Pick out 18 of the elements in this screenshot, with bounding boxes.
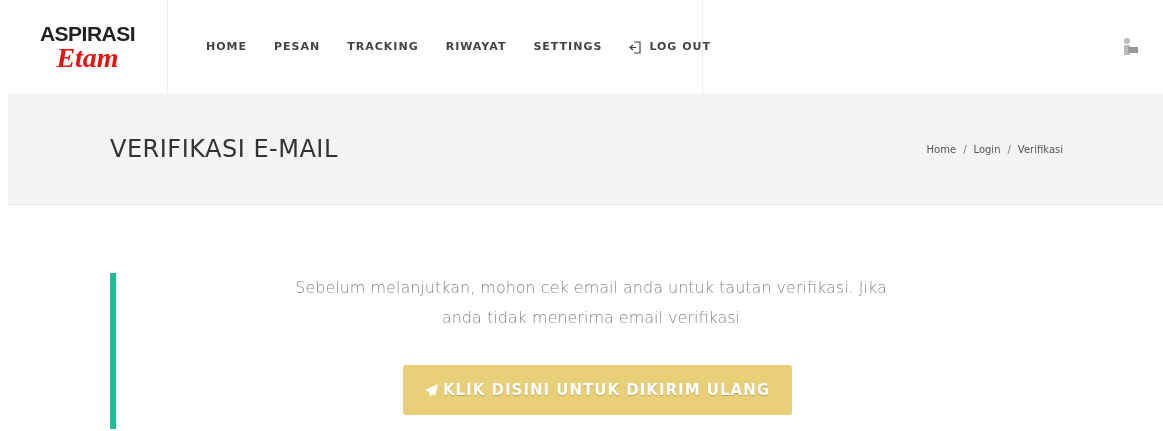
logout-link[interactable]: LOG OUT: [629, 38, 711, 56]
breadcrumb-item: Verifikasi: [1017, 143, 1063, 157]
breadcrumb-item[interactable]: Login: [973, 142, 1001, 157]
breadcrumb-separator: /: [1007, 143, 1011, 157]
breadcrumb-item[interactable]: Home: [926, 142, 957, 157]
nav-link[interactable]: RIWAYAT: [445, 38, 507, 56]
user-icon[interactable]: [1121, 37, 1139, 57]
nav-link[interactable]: TRACKING: [347, 38, 419, 56]
send-icon: [424, 383, 439, 397]
logo-text: ASPIRASI: [39, 22, 136, 44]
breadcrumb-separator: /: [963, 143, 967, 157]
verification-message: Sebelum melanjutkan, mohon cek email anda untuk tautan verifikasi. Jika anda tidak menerima email verifikasi: [294, 277, 888, 329]
nav-link[interactable]: SETTINGS: [533, 38, 603, 56]
logo-script: Etam: [56, 43, 119, 72]
nav-link[interactable]: PESAN: [274, 38, 321, 56]
page-title: VERIFIKASI E-MAIL: [110, 135, 338, 164]
logout-icon: [629, 40, 642, 54]
nav-link[interactable]: HOME: [206, 38, 248, 56]
